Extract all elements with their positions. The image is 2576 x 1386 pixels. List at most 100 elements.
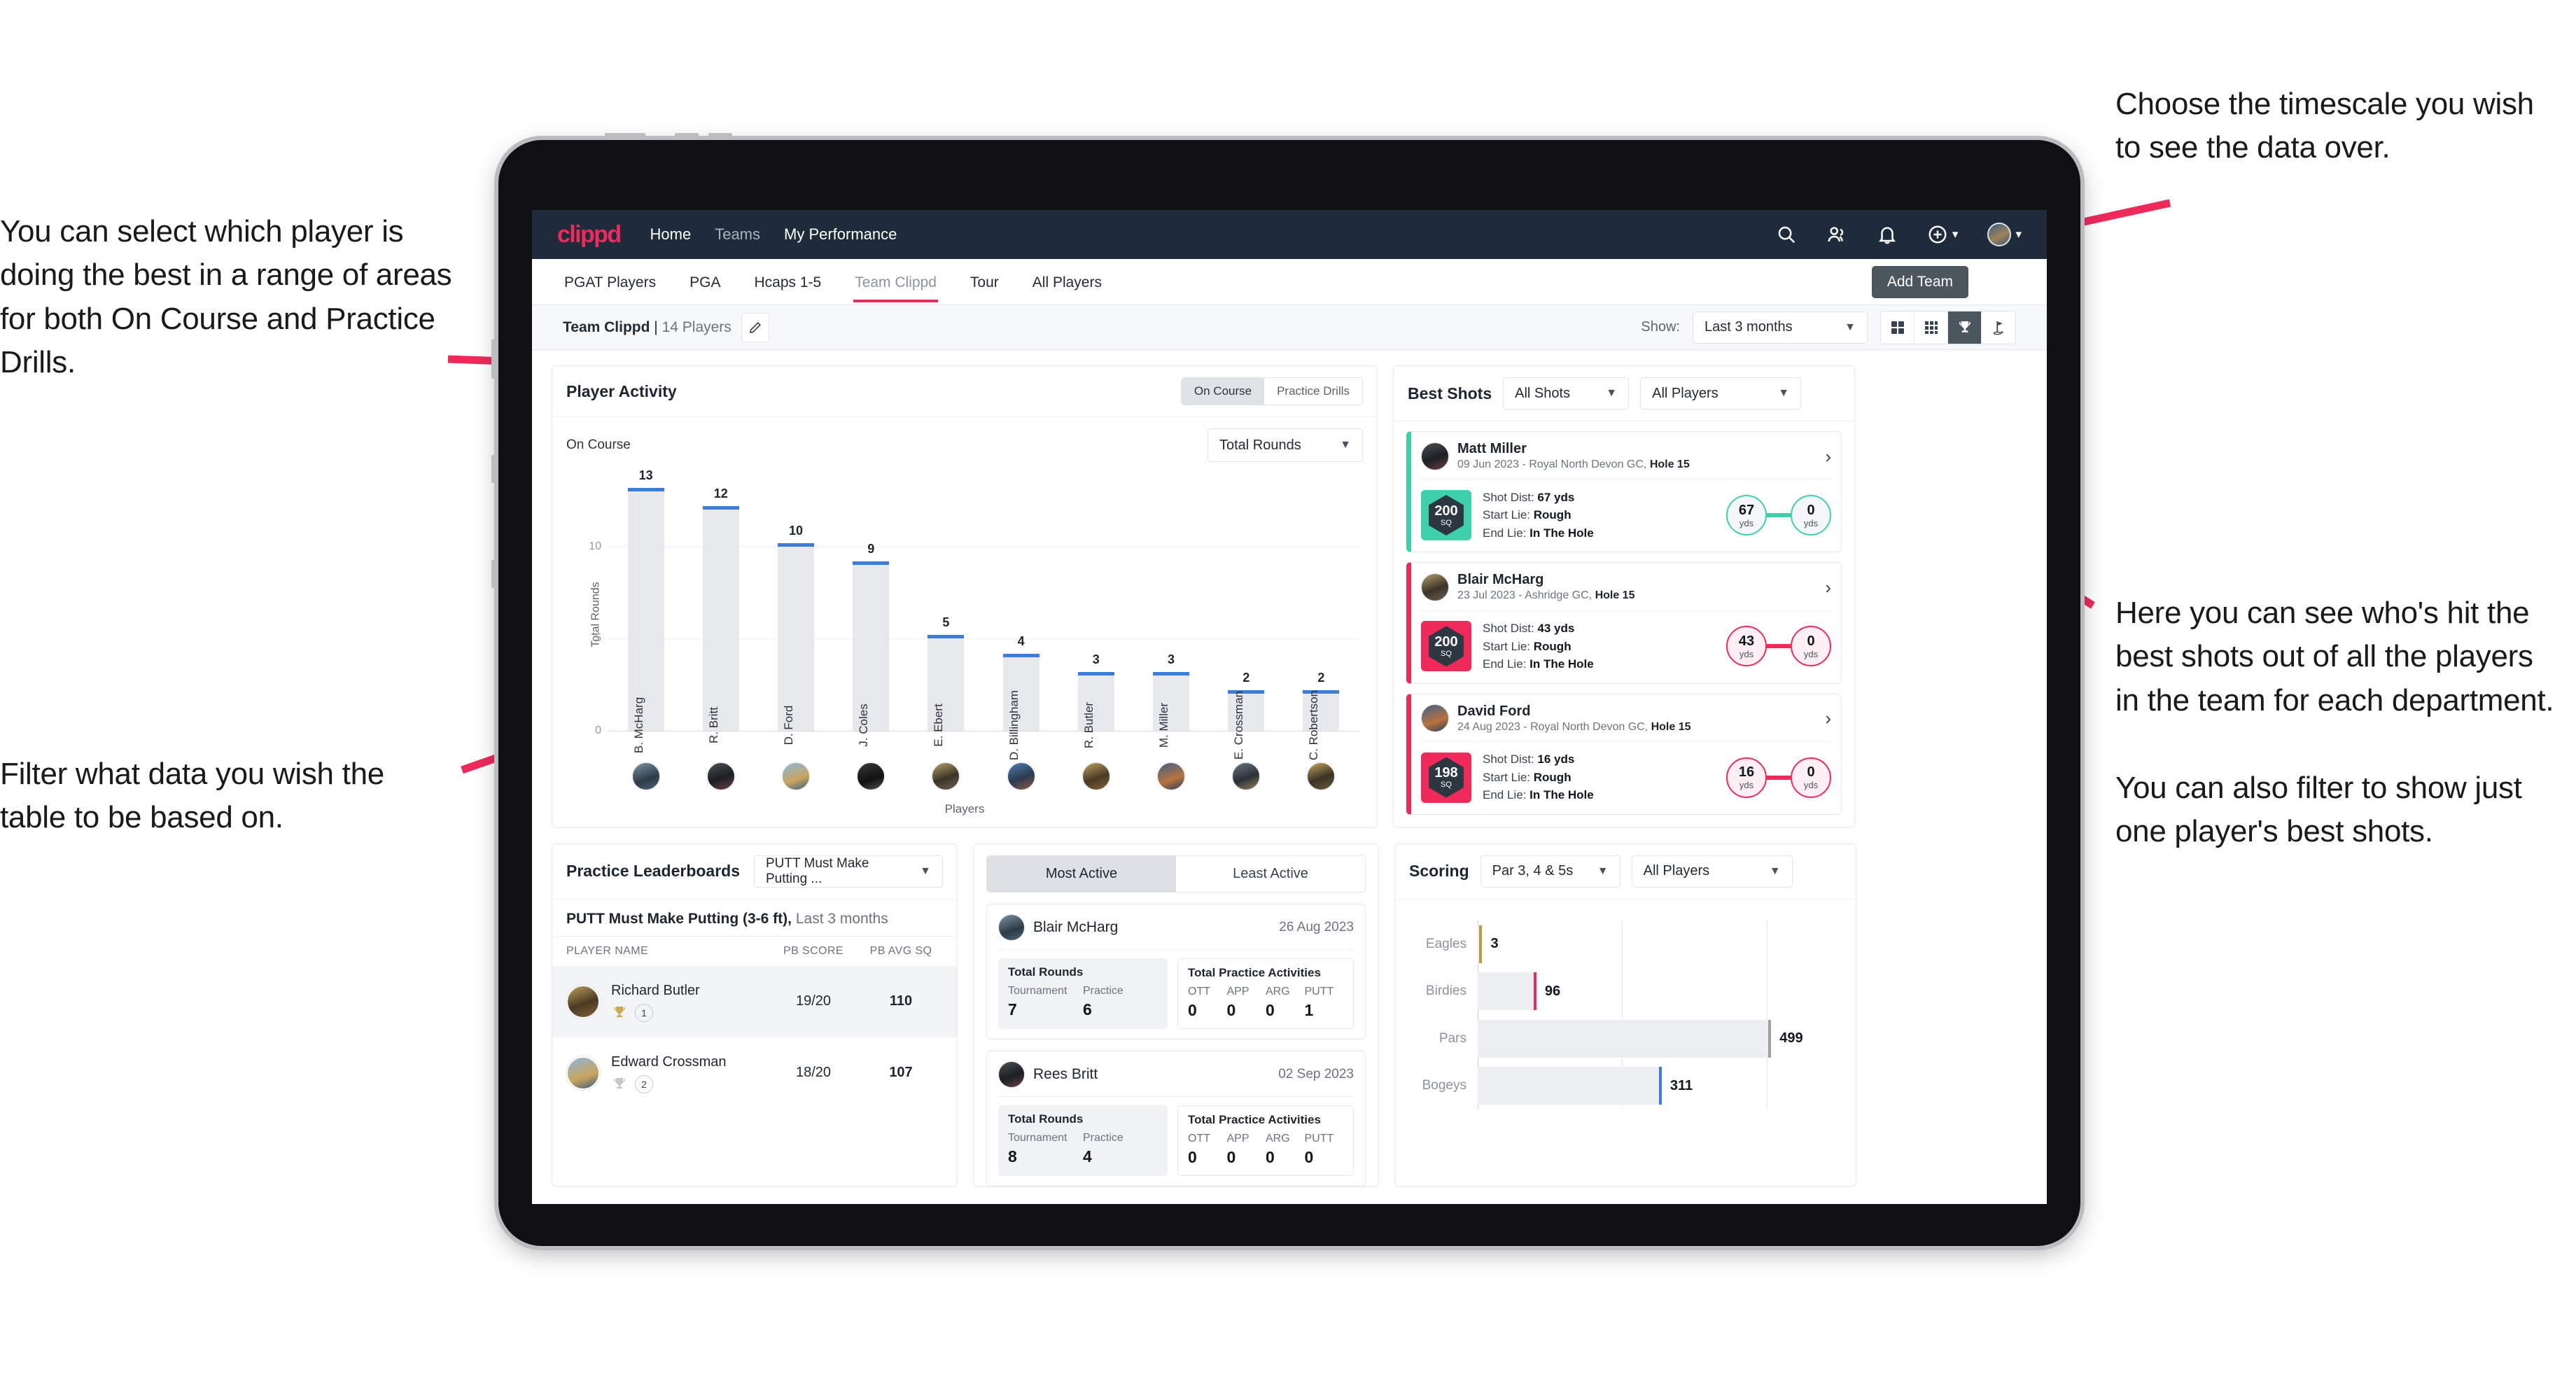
grid-3x3-view-button[interactable] <box>1914 311 1948 344</box>
scoring-player-filter[interactable]: All Players ▼ <box>1631 855 1793 888</box>
nav-teams[interactable]: Teams <box>715 225 760 244</box>
total-practice-box: Total Practice Activities OTT 0 APP 0 ARG 0 PUT… <box>1177 1105 1354 1176</box>
scoring-bar <box>1478 1019 1772 1058</box>
leaderboard-row[interactable]: Richard Butler 1 19/20 110 <box>552 965 957 1037</box>
activity-list: Blair McHarg 26 Aug 2023 Total Rounds Tourn… <box>974 903 1378 1186</box>
chart-avatar-cell[interactable] <box>834 762 909 791</box>
player-activity-sub-label: On Course <box>566 438 631 452</box>
scoring-row[interactable]: Eagles 3 <box>1426 925 1839 963</box>
practice-stat: OTT 0 <box>1188 1132 1210 1166</box>
team-toolbar: Team Clippd | 14 Players Show: Last 3 mo… <box>532 305 2047 350</box>
chart-bar-column[interactable]: 2 C. Robertson <box>1284 491 1359 760</box>
chart-bar-value: 5 <box>942 615 950 630</box>
drill-name: PUTT Must Make Putting (3-6 ft), <box>566 910 792 927</box>
edit-team-button[interactable] <box>741 312 769 342</box>
chart-bar-column[interactable]: 5 E. Ebert <box>909 491 983 747</box>
segment-on-course[interactable]: On Course <box>1181 378 1265 405</box>
add-circle-button[interactable]: ▾ <box>1927 224 1959 245</box>
from-value: 67 <box>1738 502 1755 518</box>
tab-team-clippd[interactable]: Team Clippd <box>853 262 938 302</box>
scoring-row[interactable]: Birdies 96 <box>1426 972 1839 1011</box>
nav-my-performance[interactable]: My Performance <box>784 225 897 244</box>
clippd-logo[interactable]: clippd <box>557 221 622 248</box>
end-lie-value: In The Hole <box>1530 657 1594 671</box>
scoring-row[interactable]: Bogeys 311 <box>1422 1067 1839 1105</box>
shot-dist-line: Shot Dist: 67 yds <box>1483 489 1594 507</box>
leaderboard-row[interactable]: Edward Crossman 2 18/20 107 <box>552 1037 957 1109</box>
from-unit: yds <box>1739 648 1754 659</box>
end-lie-label: End Lie: <box>1483 526 1530 540</box>
annotation-right-mid-text: Here you can see who's hit the best shot… <box>2115 596 2554 718</box>
nav-home[interactable]: Home <box>650 225 692 244</box>
best-shots-shot-filter[interactable]: All Shots ▼ <box>1503 377 1630 410</box>
leaderboard-rank: 2 <box>635 1074 653 1093</box>
scoring-row[interactable]: Pars 499 <box>1439 1019 1839 1058</box>
chart-bar-column[interactable]: 12 R. Britt <box>683 486 758 743</box>
tab-pgat-players[interactable]: PGAT Players <box>563 262 657 302</box>
chart-avatar-cell[interactable] <box>683 762 758 791</box>
sq-unit: SQ <box>1441 518 1452 527</box>
chart-bar-label: E. Crossman <box>1232 690 1246 760</box>
chart-avatar-cell[interactable] <box>983 762 1058 791</box>
chevron-right-icon[interactable]: › <box>1825 709 1831 727</box>
chart-avatar-cell[interactable] <box>909 762 983 791</box>
tab-pga[interactable]: PGA <box>688 262 722 302</box>
leaderboard-pb-avg-sq: 107 <box>889 1065 913 1081</box>
chart-bar-column[interactable]: 3 R. Butler <box>1058 491 1133 748</box>
total-rounds-box: Total Rounds Tournament 7 Practice 6 <box>998 958 1168 1029</box>
chart-bar-column[interactable]: 2 E. Crossman <box>1209 491 1284 760</box>
activity-player-card[interactable]: Blair McHarg 26 Aug 2023 Total Rounds Tourn… <box>986 903 1366 1040</box>
metric-select[interactable]: Total Rounds ▼ <box>1208 428 1363 462</box>
best-shots-player-filter[interactable]: All Players ▼ <box>1640 377 1802 410</box>
device-button-volume-down <box>708 133 732 140</box>
shot-distance-diagram: 67 yds 0 yds <box>1726 495 1831 536</box>
team-sep: | <box>650 318 662 335</box>
chart-avatar-cell[interactable] <box>1209 762 1284 791</box>
grid-2x2-view-button[interactable] <box>1881 311 1914 344</box>
timescale-select[interactable]: Last 3 months ▼ <box>1693 311 1868 344</box>
people-icon[interactable] <box>1826 224 1847 245</box>
chart-avatar-cell[interactable] <box>1284 762 1359 791</box>
best-shot-player-name: Blair McHarg <box>1457 572 1544 588</box>
chart-bar-column[interactable]: 9 J. Coles <box>834 491 909 747</box>
chart-bar-column[interactable]: 10 D. Ford <box>758 491 833 745</box>
tab-all-players[interactable]: All Players <box>1031 262 1103 302</box>
device-button-side <box>491 340 498 379</box>
activity-player-card[interactable]: Rees Britt 02 Sep 2023 Total Rounds Tournam… <box>986 1050 1366 1186</box>
activity-player-name: Rees Britt <box>1033 1065 1098 1082</box>
chevron-down-icon: ▼ <box>1597 864 1609 877</box>
from-value: 16 <box>1738 764 1755 780</box>
best-shot-card[interactable]: David Ford 24 Aug 2023 - Royal North Devo… <box>1406 693 1842 815</box>
search-icon[interactable] <box>1776 224 1797 245</box>
notifications-icon[interactable] <box>1877 224 1898 245</box>
trophy-view-button[interactable] <box>1948 311 1982 344</box>
tab-least-active[interactable]: Least Active <box>1176 855 1365 892</box>
chart-avatar-cell[interactable] <box>1058 762 1133 791</box>
practice-leaderboards-card: Practice Leaderboards PUTT Must Make Put… <box>552 843 958 1187</box>
segment-practice-drills[interactable]: Practice Drills <box>1264 378 1362 405</box>
chevron-right-icon[interactable]: › <box>1825 578 1831 596</box>
distance-connector <box>1767 775 1791 780</box>
chart-bar-column[interactable]: 3 M. Miller <box>1133 491 1208 748</box>
scoring-value: 311 <box>1670 1077 1693 1093</box>
device-button-side-2 <box>491 455 498 483</box>
tab-most-active[interactable]: Most Active <box>987 855 1176 892</box>
best-shot-card[interactable]: Blair McHarg 23 Jul 2023 - Ashridge GC, H… <box>1406 562 1842 684</box>
tab-hcaps-1-5[interactable]: Hcaps 1-5 <box>752 262 822 302</box>
total-rounds-title: Total Rounds <box>1008 965 1084 979</box>
chevron-down-icon: ▾ <box>1952 227 1959 241</box>
chart-avatar-cell[interactable] <box>608 762 683 791</box>
chart-avatar-cell[interactable] <box>758 762 833 791</box>
user-menu[interactable]: ▾ <box>1987 223 2022 246</box>
scoring-par-filter[interactable]: Par 3, 4 & 5s ▼ <box>1480 855 1620 888</box>
tab-tour[interactable]: Tour <box>969 262 1000 302</box>
drill-select[interactable]: PUTT Must Make Putting ... ▼ <box>754 855 943 888</box>
total-rounds-title: Total Rounds <box>1008 1112 1084 1126</box>
activity-date: 26 Aug 2023 <box>1279 919 1354 934</box>
chart-bar-column[interactable]: 4 D. Billingham <box>983 491 1058 760</box>
best-shot-card[interactable]: Matt Miller 09 Jun 2023 - Royal North Dev… <box>1406 431 1842 553</box>
chevron-right-icon[interactable]: › <box>1825 447 1831 465</box>
chart-bar-column[interactable]: 13 B. McHarg <box>608 468 683 753</box>
golf-flag-view-button[interactable] <box>1982 312 2015 344</box>
chart-avatar-cell[interactable] <box>1133 762 1208 791</box>
